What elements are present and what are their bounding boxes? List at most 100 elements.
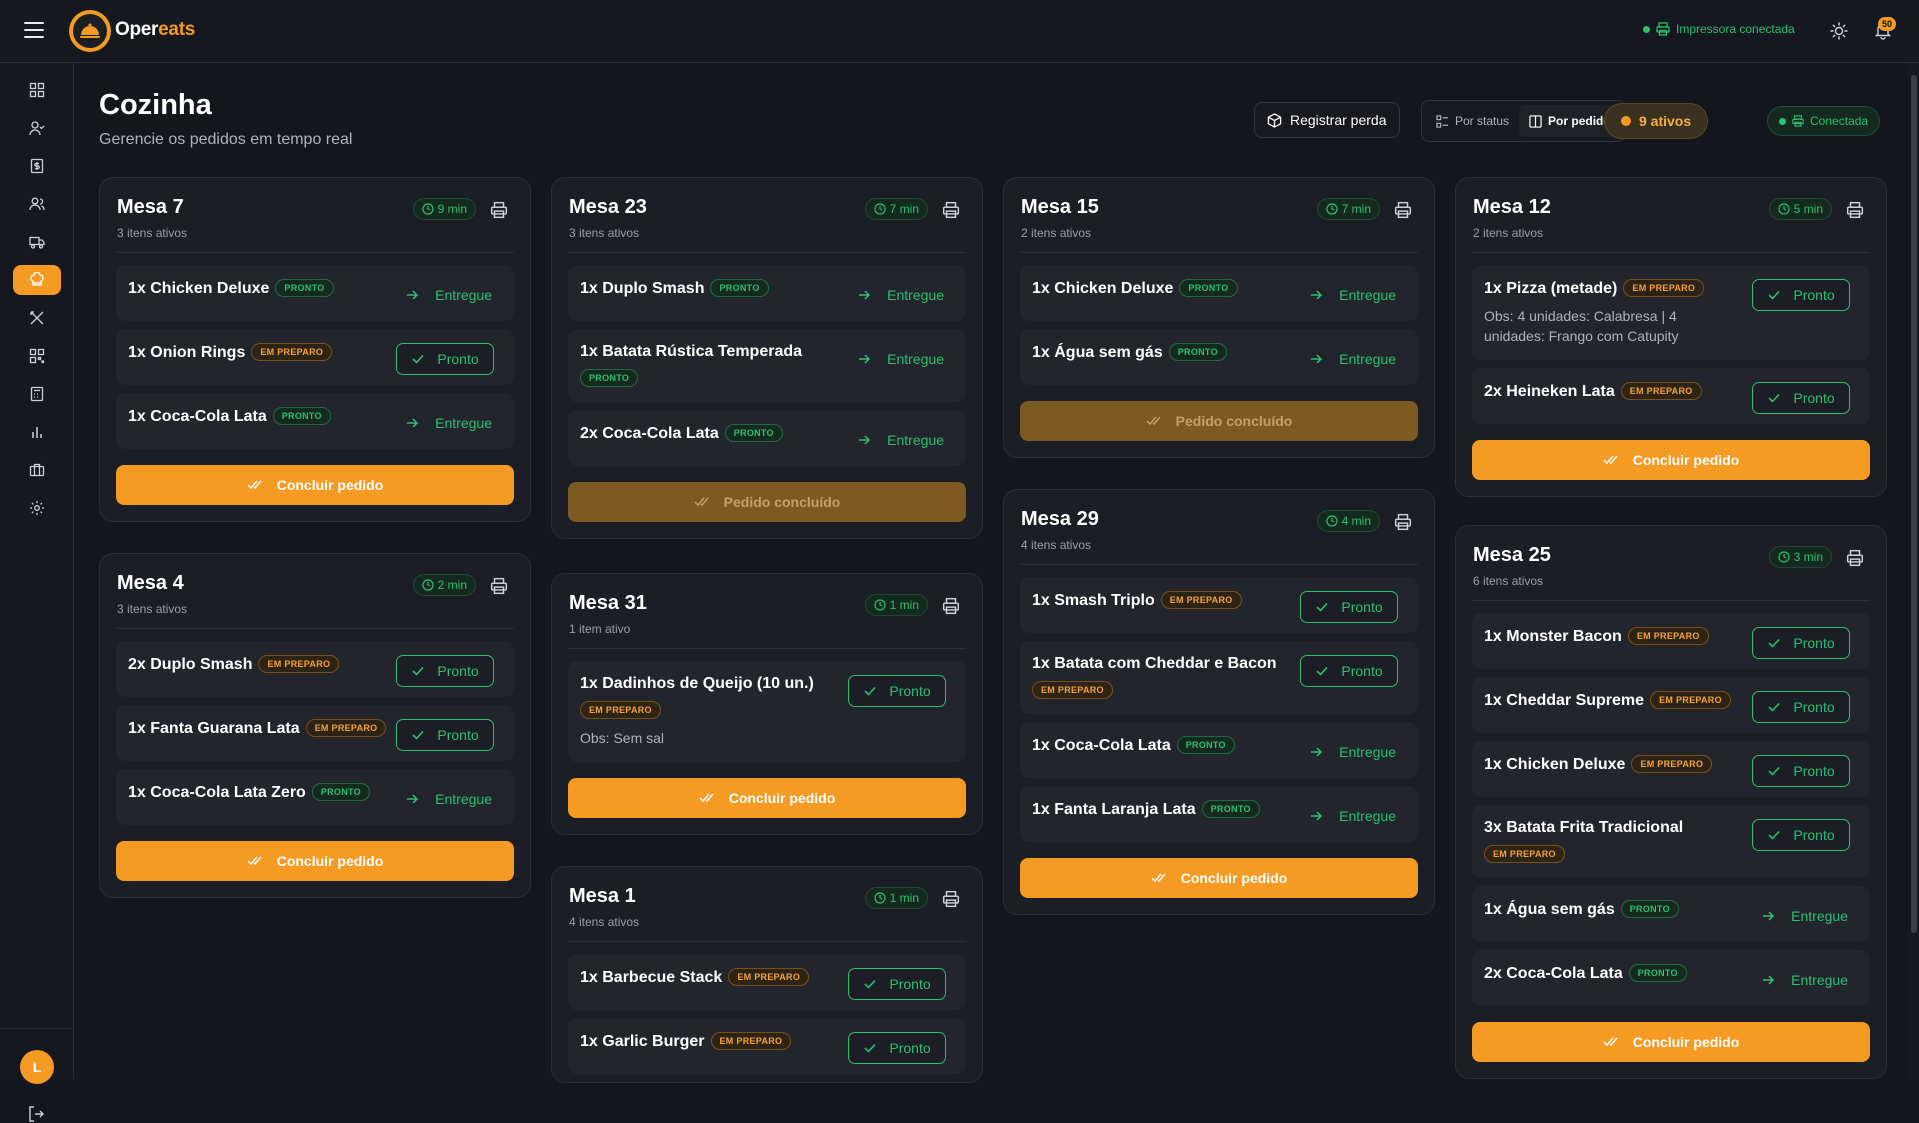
- mark-ready-button[interactable]: Pronto: [1752, 755, 1850, 787]
- mark-ready-button[interactable]: Pronto: [1752, 382, 1850, 414]
- mark-delivered-button[interactable]: Entregue: [405, 785, 492, 813]
- check-icon: [1768, 393, 1780, 403]
- print-order-button[interactable]: [1394, 513, 1412, 531]
- order-item: 1x Cheddar Supreme EM PREPARO Pronto: [1472, 677, 1870, 733]
- mark-ready-button[interactable]: Pronto: [848, 675, 946, 707]
- print-order-button[interactable]: [1846, 549, 1864, 567]
- sidebar-item-delivery[interactable]: [13, 227, 61, 257]
- order-item-name: 1x Coca-Cola Lata: [128, 408, 267, 425]
- order-table-title: Mesa 25: [1473, 544, 1551, 566]
- mark-delivered-button[interactable]: Entregue: [405, 281, 492, 309]
- sidebar-item-settings[interactable]: [13, 493, 61, 523]
- theme-toggle-icon[interactable]: [1830, 22, 1848, 40]
- mark-ready-button[interactable]: Pronto: [396, 719, 494, 751]
- mark-ready-button[interactable]: Pronto: [1752, 627, 1850, 659]
- order-item: 1x Monster Bacon EM PREPARO Pronto: [1472, 613, 1870, 669]
- print-order-button[interactable]: [942, 597, 960, 615]
- complete-order-button[interactable]: Concluir pedido: [1472, 440, 1870, 480]
- order-item-name: 1x Chicken Deluxe: [1484, 756, 1626, 773]
- mark-ready-button[interactable]: Pronto: [1752, 279, 1850, 311]
- mark-delivered-button[interactable]: Entregue: [1309, 802, 1396, 830]
- print-order-button[interactable]: [490, 577, 508, 595]
- sidebar-item-store[interactable]: [13, 455, 61, 485]
- print-order-button[interactable]: [1846, 201, 1864, 219]
- complete-order-button[interactable]: Concluir pedido: [1472, 1022, 1870, 1062]
- mark-delivered-button[interactable]: Entregue: [1309, 738, 1396, 766]
- order-item-name: 1x Smash Triplo: [1032, 592, 1155, 609]
- status-badge: PRONTO: [275, 279, 334, 297]
- mark-ready-button[interactable]: Pronto: [1752, 691, 1850, 723]
- order-timer-label: 2 min: [437, 578, 467, 592]
- order-items-list: 2x Duplo Smash EM PREPARO Pronto 1x Fanta G…: [116, 629, 514, 825]
- order-item-name: 2x Heineken Lata: [1484, 383, 1615, 400]
- mark-delivered-button[interactable]: Entregue: [857, 345, 944, 373]
- notification-badge: 50: [1878, 17, 1896, 31]
- status-badge: EM PREPARO: [1650, 691, 1731, 709]
- menu-icon[interactable]: [24, 22, 44, 38]
- order-card-mesa12: Mesa 12 2 itens ativos 5 min 1x Pizza (meta…: [1455, 177, 1887, 497]
- mark-delivered-label: Entregue: [1339, 287, 1396, 303]
- double-check-icon: [694, 497, 709, 507]
- printer-status: Impressora conectada: [1643, 22, 1795, 36]
- mark-delivered-label: Entregue: [887, 287, 944, 303]
- view-by-status-button[interactable]: Por status: [1426, 105, 1519, 137]
- mark-ready-button[interactable]: Pronto: [1300, 655, 1398, 687]
- order-timer-badge: 1 min: [864, 594, 928, 616]
- mark-ready-button[interactable]: Pronto: [1300, 591, 1398, 623]
- order-card-header: Mesa 12 2 itens ativos 5 min: [1472, 178, 1870, 253]
- complete-order-button[interactable]: Concluir pedido: [116, 465, 514, 505]
- sidebar-item-dashboard[interactable]: [13, 75, 61, 105]
- mark-delivered-button[interactable]: Entregue: [1309, 345, 1396, 373]
- sidebar-item-reports[interactable]: [13, 417, 61, 447]
- mark-ready-button[interactable]: Pronto: [848, 1032, 946, 1064]
- order-items-list: 1x Duplo Smash PRONTO Entregue 1x Batata Rú…: [568, 253, 966, 466]
- sidebar-item-kitchen[interactable]: [13, 265, 61, 295]
- order-table-title: Mesa 23: [569, 196, 647, 218]
- print-order-button[interactable]: [1394, 201, 1412, 219]
- order-item-name: 1x Chicken Deluxe: [128, 280, 270, 297]
- mark-ready-button[interactable]: Pronto: [396, 655, 494, 687]
- order-item-name: 1x Cheddar Supreme: [1484, 692, 1645, 709]
- sidebar-item-cashier[interactable]: [13, 151, 61, 181]
- complete-order-button[interactable]: Concluir pedido: [116, 841, 514, 881]
- mark-ready-button[interactable]: Pronto: [396, 343, 494, 375]
- order-card-mesa29: Mesa 29 4 itens ativos 4 min 1x Smash Tripl…: [1003, 489, 1435, 915]
- status-badge: EM PREPARO: [305, 719, 387, 737]
- mark-delivered-button[interactable]: Entregue: [857, 281, 944, 309]
- mark-delivered-label: Entregue: [1791, 972, 1848, 988]
- status-badge: EM PREPARO: [710, 1032, 792, 1050]
- mark-ready-button[interactable]: Pronto: [848, 968, 946, 1000]
- double-check-icon: [1603, 1037, 1618, 1047]
- mark-delivered-button[interactable]: Entregue: [1761, 966, 1848, 994]
- register-loss-button[interactable]: Registrar perda: [1254, 102, 1400, 138]
- sidebar-item-qr[interactable]: [13, 341, 61, 371]
- status-badge: PRONTO: [710, 279, 769, 297]
- mark-delivered-button[interactable]: Entregue: [1761, 902, 1848, 930]
- mark-ready-label: Pronto: [1793, 635, 1835, 651]
- order-item-note: Obs: Sem sal: [580, 730, 665, 746]
- print-order-button[interactable]: [942, 890, 960, 908]
- order-item-name: 1x Barbecue Stack: [580, 969, 723, 986]
- mark-delivered-button[interactable]: Entregue: [1309, 281, 1396, 309]
- sidebar-item-calculator[interactable]: [13, 379, 61, 409]
- order-item-name: 2x Duplo Smash: [128, 656, 253, 673]
- sidebar-item-customers[interactable]: [13, 189, 61, 219]
- order-item: 1x Garlic Burger EM PREPARO Pronto: [568, 1018, 966, 1074]
- scrollbar-thumb[interactable]: [1911, 75, 1917, 933]
- order-timer-label: 1 min: [889, 891, 919, 905]
- complete-order-button[interactable]: Concluir pedido: [568, 778, 966, 818]
- order-item: 1x Chicken Deluxe PRONTO Entregue: [116, 265, 514, 321]
- mark-ready-button[interactable]: Pronto: [1752, 819, 1850, 851]
- complete-order-button[interactable]: Concluir pedido: [1020, 858, 1418, 898]
- mark-delivered-button[interactable]: Entregue: [405, 409, 492, 437]
- order-items-list: 1x Chicken Deluxe PRONTO Entregue 1x Onion …: [116, 253, 514, 449]
- order-table-title: Mesa 12: [1473, 196, 1551, 218]
- mark-delivered-button[interactable]: Entregue: [857, 426, 944, 454]
- sidebar-item-menu[interactable]: [13, 303, 61, 333]
- order-card-mesa4: Mesa 4 3 itens ativos 2 min 2x Duplo Smash E…: [99, 553, 531, 898]
- sidebar-item-attendance[interactable]: [13, 113, 61, 143]
- print-order-button[interactable]: [490, 201, 508, 219]
- print-order-button[interactable]: [942, 201, 960, 219]
- scrollbar[interactable]: [1909, 63, 1919, 1079]
- logout-icon[interactable]: [27, 1105, 45, 1123]
